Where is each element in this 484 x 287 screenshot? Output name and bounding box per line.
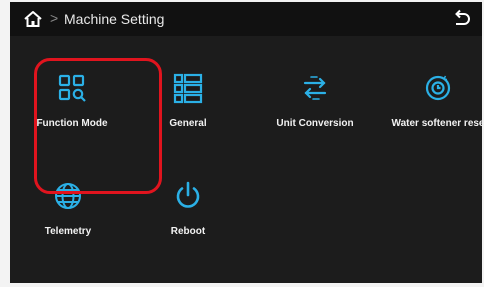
tile-general[interactable]: General [128,72,248,152]
machine-setting-screen: > Machine Setting Function Mode General … [10,2,482,283]
tile-label: Unit Conversion [276,118,354,129]
tile-label: Water softener rese [391,118,483,129]
tile-function-mode[interactable]: Function Mode [12,72,132,152]
breadcrumb-separator: > [50,10,59,26]
watch-reset-icon [425,75,451,101]
grid-search-icon [58,74,86,102]
list-icon [173,73,203,104]
tile-label: General [169,118,207,129]
tile-water-softener-reset[interactable]: Water softener rese [378,72,482,152]
tile-label: Reboot [170,226,206,237]
power-icon [176,181,200,208]
top-bar: > Machine Setting [10,2,482,36]
tile-unit-conversion[interactable]: Unit Conversion [255,72,375,152]
tile-reboot[interactable]: Reboot [128,180,248,260]
home-icon[interactable] [22,9,44,29]
swap-arrows-icon [303,76,327,100]
globe-icon [55,183,81,209]
tile-telemetry[interactable]: Telemetry [10,180,128,260]
page-title: Machine Setting [64,11,165,27]
back-arrow-icon[interactable] [450,9,472,29]
